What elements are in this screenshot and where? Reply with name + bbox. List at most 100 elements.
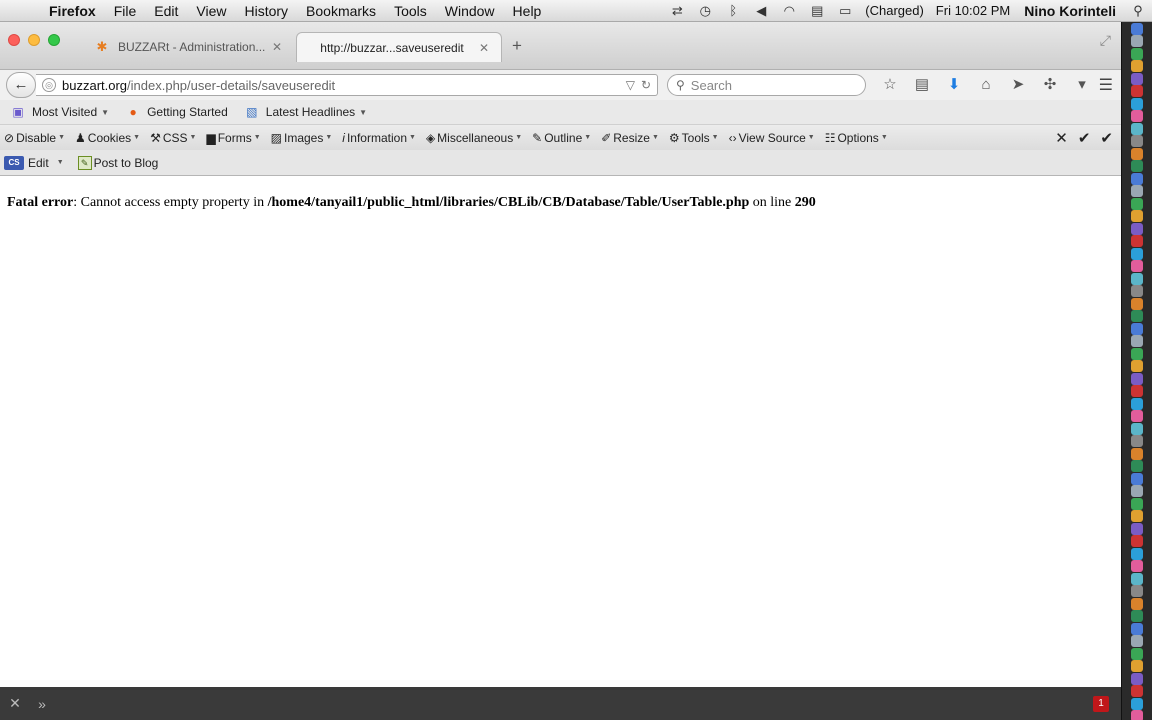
tab-administration[interactable]: ✱ BUZZARt - Administration... ✕ (84, 32, 294, 62)
dock-app-icon[interactable] (1131, 335, 1143, 347)
window-zoom-button[interactable] (48, 34, 60, 46)
time-machine-icon[interactable]: ◷ (691, 3, 719, 19)
dock-app-icon[interactable] (1131, 510, 1143, 522)
dock-app-icon[interactable] (1131, 572, 1143, 585)
dock-app-icon[interactable] (1131, 472, 1143, 485)
tab-close-icon[interactable]: ✕ (270, 40, 284, 54)
dock-app-icon[interactable] (1131, 435, 1143, 447)
dev-images-menu[interactable]: ▨ Images ▼ (271, 131, 333, 145)
dock-app-icon[interactable] (1131, 235, 1143, 247)
menu-bookmarks[interactable]: Bookmarks (297, 3, 385, 19)
dev-miscellaneous-menu[interactable]: ◈ Miscellaneous ▼ (426, 131, 522, 145)
checkmark-icon[interactable]: ✔ (1078, 129, 1091, 147)
window-close-button[interactable] (8, 34, 20, 46)
dock-app-icon[interactable] (1131, 185, 1143, 197)
dock-app-icon[interactable] (1131, 297, 1143, 310)
menu-hamburger-icon[interactable]: ☰ (1099, 75, 1113, 95)
dock-app-icon[interactable] (1131, 347, 1143, 360)
menu-edit[interactable]: Edit (145, 3, 187, 19)
dock-app-icon[interactable] (1131, 210, 1143, 222)
dev-options-menu[interactable]: ☷ Options ▼ (825, 131, 888, 145)
dock-app-icon[interactable] (1131, 310, 1143, 322)
dock-app-icon[interactable] (1131, 110, 1143, 122)
tab-close-icon[interactable]: ✕ (477, 41, 491, 55)
close-icon[interactable]: ✕ (1055, 129, 1068, 147)
chevron-down-icon[interactable]: ▼ (57, 159, 64, 166)
menu-history[interactable]: History (235, 3, 297, 19)
us-flag-icon[interactable]: ▤ (803, 3, 831, 19)
bookmark-star-icon[interactable]: ☆ (874, 75, 906, 95)
dock-app-icon[interactable] (1131, 547, 1143, 560)
window-minimize-button[interactable] (28, 34, 40, 46)
spotlight-icon[interactable]: ⚲ (1124, 3, 1152, 19)
dock-app-icon[interactable] (1131, 610, 1143, 622)
dock-app-icon[interactable] (1131, 160, 1143, 172)
dock-app-icon[interactable] (1131, 135, 1143, 147)
dock-app-icon[interactable] (1131, 635, 1143, 647)
dock-app-icon[interactable] (1131, 597, 1143, 610)
dev-view-source-menu[interactable]: ‹› View Source ▼ (729, 131, 815, 145)
dev-disable-menu[interactable]: ⊘ Disable ▼ (4, 131, 65, 145)
dock-app-icon[interactable] (1131, 535, 1143, 547)
dock-app-icon[interactable] (1131, 685, 1143, 697)
menu-window[interactable]: Window (436, 3, 504, 19)
bookmark-getting-started[interactable]: ● Getting Started (125, 104, 227, 120)
dock-app-icon[interactable] (1131, 122, 1143, 135)
battery-icon[interactable]: ▭ (831, 3, 859, 19)
dock-app-icon[interactable] (1131, 422, 1143, 435)
addon-icon[interactable]: ✣ (1034, 75, 1066, 95)
menu-view[interactable]: View (187, 3, 235, 19)
dock-app-icon[interactable] (1131, 410, 1143, 422)
volume-icon[interactable]: ◀ (747, 3, 775, 19)
dock-app-icon[interactable] (1131, 147, 1143, 160)
dock-app-icon[interactable] (1131, 222, 1143, 235)
airplay-icon[interactable]: ⇄ (663, 3, 691, 19)
tab-saveuseredit[interactable]: http://buzzar...saveuseredit ✕ (296, 32, 502, 62)
dock-app-icon[interactable] (1131, 247, 1143, 260)
bookmark-latest-headlines[interactable]: ▧ Latest Headlines ▼ (244, 104, 367, 120)
bookmark-most-visited[interactable]: ▣ Most Visited ▼ (10, 104, 109, 120)
edit-button[interactable]: CS Edit ▼ (4, 155, 64, 170)
dock-app-icon[interactable] (1131, 22, 1143, 35)
reload-icon[interactable]: ↻ (641, 78, 651, 92)
dock-app-icon[interactable] (1131, 460, 1143, 472)
dock-app-icon[interactable] (1131, 660, 1143, 672)
battery-status[interactable]: (Charged) (859, 3, 930, 18)
checkmark-icon[interactable]: ✔ (1100, 129, 1113, 147)
dev-css-menu[interactable]: ⚒ CSS ▼ (150, 131, 196, 145)
search-input[interactable]: ⚲ Search (667, 74, 866, 96)
clock[interactable]: Fri 10:02 PM (930, 3, 1016, 18)
post-to-blog-button[interactable]: ✎ Post to Blog (77, 155, 158, 170)
menu-app-firefox[interactable]: Firefox (40, 3, 105, 19)
toolbar-overflow-icon[interactable]: ▾ (1066, 75, 1098, 95)
download-icon[interactable]: ⬇ (938, 75, 970, 95)
history-dropdown-icon[interactable]: ▽ (626, 78, 635, 92)
reading-list-icon[interactable]: ▤ (906, 75, 938, 95)
dev-resize-menu[interactable]: ✐ Resize ▼ (601, 131, 659, 145)
fullscreen-icon[interactable]: ⤢ (1100, 32, 1111, 49)
dock-app-icon[interactable] (1131, 622, 1143, 635)
dock-app-icon[interactable] (1131, 97, 1143, 110)
dock-app-icon[interactable] (1131, 385, 1143, 397)
dock-app-icon[interactable] (1131, 272, 1143, 285)
dock-app-icon[interactable] (1131, 560, 1143, 572)
dock-app-icon[interactable] (1131, 447, 1143, 460)
send-icon[interactable]: ➤ (1002, 75, 1034, 95)
globe-icon[interactable]: ◎ (42, 78, 56, 92)
dock-app-icon[interactable] (1131, 72, 1143, 85)
menu-help[interactable]: Help (504, 3, 551, 19)
error-count-badge[interactable]: 1 (1093, 695, 1109, 712)
dev-forms-menu[interactable]: ▆ Forms ▼ (206, 131, 260, 145)
dock-app-icon[interactable] (1131, 585, 1143, 597)
user-name[interactable]: Nino Korinteli (1016, 3, 1124, 19)
dev-information-menu[interactable]: i Information ▼ (342, 131, 416, 145)
dock-app-icon[interactable] (1131, 85, 1143, 97)
url-bar[interactable]: ◎ buzzart.org /index.php/user-details/sa… (36, 74, 658, 96)
dock-app-icon[interactable] (1131, 697, 1143, 710)
home-icon[interactable]: ⌂ (970, 75, 1002, 95)
dock-app-icon[interactable] (1131, 710, 1143, 720)
wifi-icon[interactable]: ◠ (775, 3, 803, 19)
new-tab-button[interactable]: + (512, 36, 522, 56)
menu-tools[interactable]: Tools (385, 3, 436, 19)
dock-app-icon[interactable] (1131, 647, 1143, 660)
